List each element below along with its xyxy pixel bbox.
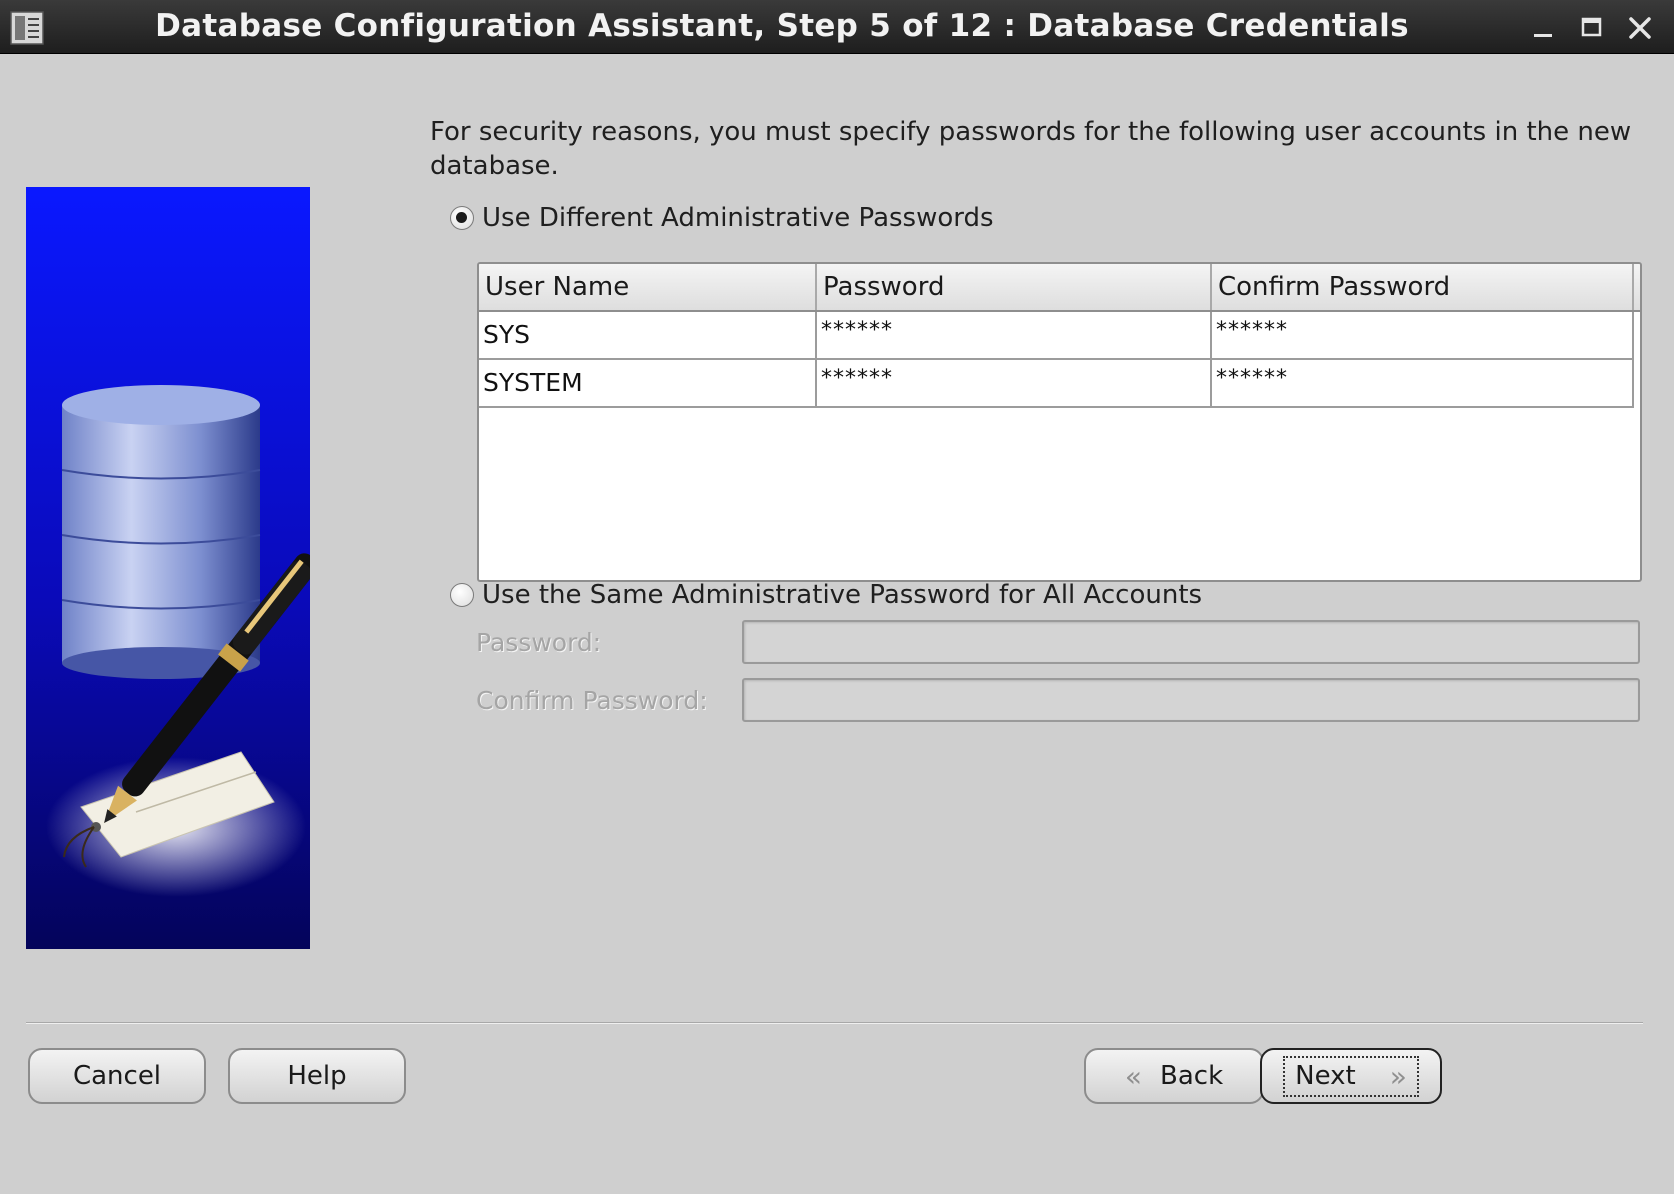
user-name-cell: SYSTEM xyxy=(479,360,817,406)
different-passwords-option[interactable]: Use Different Administrative Passwords xyxy=(450,203,994,233)
different-passwords-label: Use Different Administrative Passwords xyxy=(482,203,994,233)
help-button-label: Help xyxy=(287,1061,347,1091)
different-passwords-radio[interactable] xyxy=(450,206,474,230)
cancel-button[interactable]: Cancel xyxy=(28,1048,206,1104)
window-titlebar[interactable]: Database Configuration Assistant, Step 5… xyxy=(0,0,1674,54)
help-button[interactable]: Help xyxy=(228,1048,406,1104)
cancel-button-label: Cancel xyxy=(72,1061,162,1091)
column-header-confirm-password[interactable]: Confirm Password xyxy=(1212,264,1634,310)
same-password-option[interactable]: Use the Same Administrative Password for… xyxy=(450,580,1202,610)
database-app-icon xyxy=(8,9,46,47)
database-illustration xyxy=(26,187,318,949)
password-field[interactable] xyxy=(742,620,1640,664)
password-cell[interactable]: ****** xyxy=(817,312,1212,358)
back-button[interactable]: « Back xyxy=(1084,1048,1264,1104)
password-label: Password: xyxy=(476,628,602,657)
intro-text: For security reasons, you must specify p… xyxy=(430,117,1632,181)
confirm-password-cell[interactable]: ****** xyxy=(1212,312,1634,358)
back-button-label: Back xyxy=(1160,1061,1224,1091)
footer-separator xyxy=(26,1022,1643,1024)
table-header: User Name Password Confirm Password xyxy=(479,264,1640,312)
window-title: Database Configuration Assistant, Step 5… xyxy=(155,8,1409,44)
confirm-password-field[interactable] xyxy=(742,678,1640,722)
maximize-icon[interactable] xyxy=(1574,10,1610,46)
same-password-radio[interactable] xyxy=(450,583,474,607)
user-name-cell: SYS xyxy=(479,312,817,358)
password-cell[interactable]: ****** xyxy=(817,360,1212,406)
column-header-user-name[interactable]: User Name xyxy=(479,264,817,310)
chevron-right-icon: » xyxy=(1389,1059,1407,1093)
column-header-password[interactable]: Password xyxy=(817,264,1212,310)
next-button[interactable]: Next » xyxy=(1260,1048,1442,1104)
confirm-password-label: Confirm Password: xyxy=(476,686,708,715)
chevron-left-icon: « xyxy=(1124,1059,1142,1093)
close-icon[interactable] xyxy=(1622,10,1658,46)
next-button-focus: Next » xyxy=(1283,1055,1419,1097)
confirm-password-cell[interactable]: ****** xyxy=(1212,360,1634,406)
minimize-icon[interactable] xyxy=(1526,10,1562,46)
table-row[interactable]: SYS ****** ****** xyxy=(479,312,1634,360)
same-password-label: Use the Same Administrative Password for… xyxy=(482,580,1203,610)
table-row[interactable]: SYSTEM ****** ****** xyxy=(479,360,1634,408)
next-button-label: Next xyxy=(1295,1061,1356,1091)
credentials-table[interactable]: User Name Password Confirm Password SYS … xyxy=(477,262,1642,582)
